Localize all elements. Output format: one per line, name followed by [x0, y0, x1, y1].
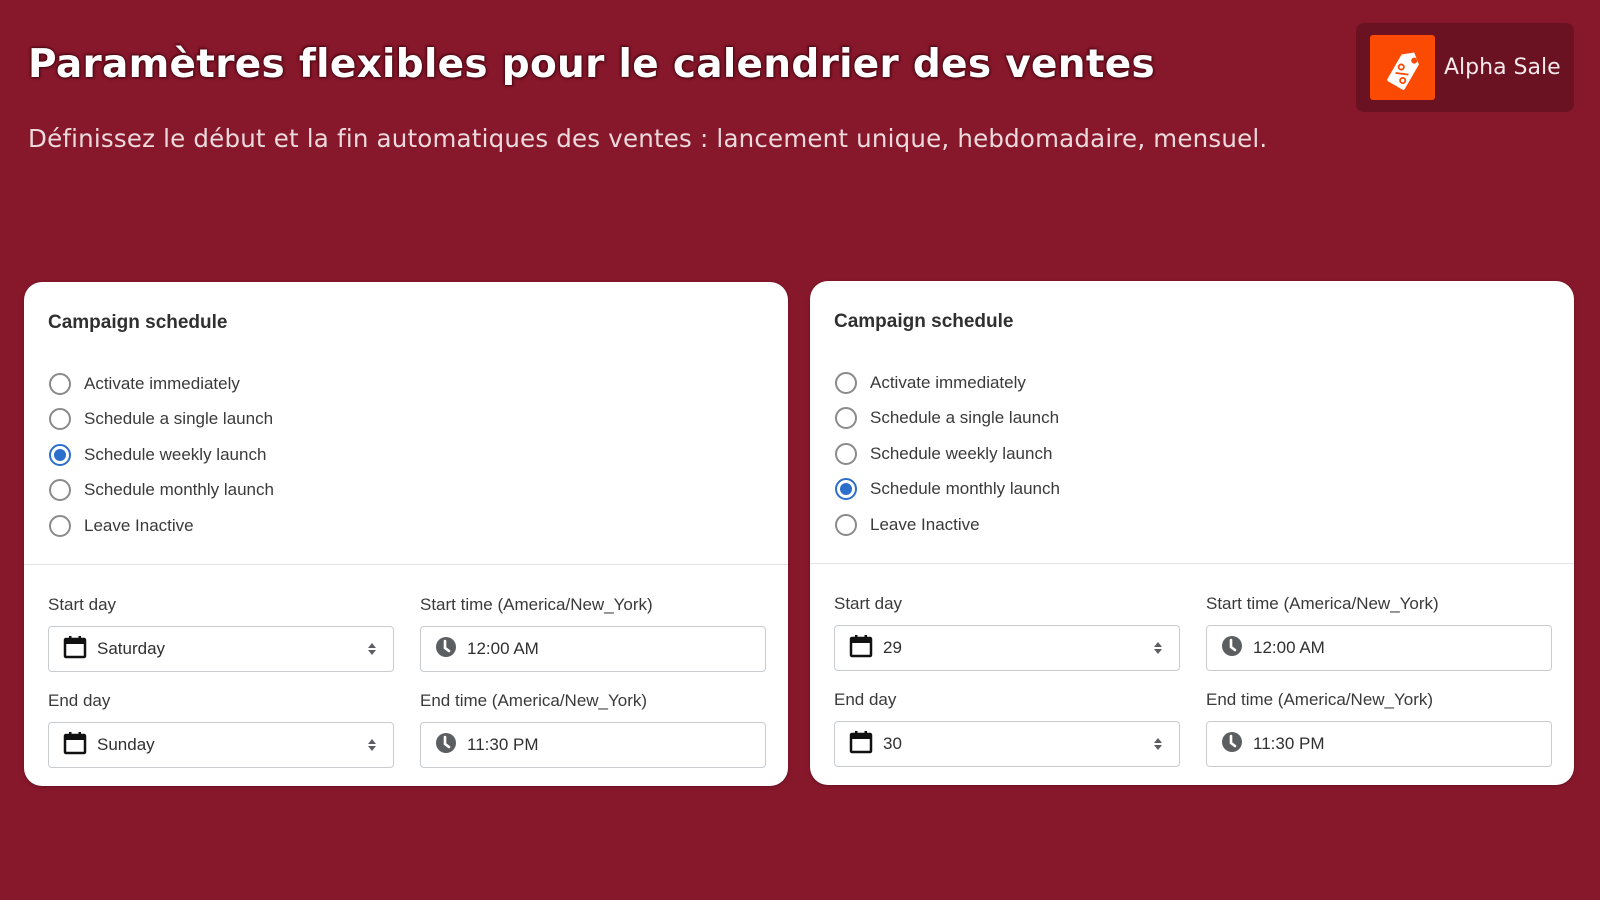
radio-button[interactable]: [49, 372, 71, 395]
page-subtitle: Définissez le début et la fin automatiqu…: [28, 124, 1268, 153]
end-time-value: 11:30 PM: [467, 735, 539, 754]
radio-label: Activate immediately: [84, 373, 240, 393]
start-day-select[interactable]: Saturday: [48, 626, 394, 672]
radio-option-weekly-launch[interactable]: Schedule weekly launch: [835, 436, 1060, 472]
radio-option-activate-immediately[interactable]: Activate immediately: [835, 365, 1060, 401]
radio-label: Schedule a single launch: [84, 409, 274, 429]
end-time-label: End time (America/New_York): [1206, 690, 1434, 709]
calendar-icon: [63, 635, 87, 664]
brand-badge: Alpha Sale: [1356, 23, 1574, 112]
clock-icon: [435, 636, 457, 663]
end-day-value: 30: [883, 734, 902, 753]
radio-button-selected[interactable]: [835, 478, 857, 501]
radio-button[interactable]: [835, 371, 857, 394]
card-title: Campaign schedule: [48, 312, 228, 333]
schedule-radio-group: Activate immediately Schedule a single l…: [49, 366, 274, 544]
start-time-label: Start time (America/New_York): [420, 595, 653, 614]
radio-button[interactable]: [49, 408, 71, 431]
radio-option-leave-inactive[interactable]: Leave Inactive: [835, 507, 1060, 543]
select-arrows-icon: [1153, 737, 1163, 756]
clock-icon: [1221, 731, 1243, 758]
end-time-label: End time (America/New_York): [420, 691, 648, 710]
campaign-schedule-card-weekly: Campaign schedule Activate immediately S…: [24, 282, 788, 786]
start-time-field: Start time (America/New_York) 12:00 AM: [1206, 594, 1552, 671]
radio-label: Schedule weekly launch: [84, 444, 267, 464]
start-day-value: 29: [883, 638, 902, 657]
page-title: Paramètres flexibles pour le calendrier …: [28, 42, 1156, 87]
select-arrows-icon: [367, 642, 377, 661]
start-time-label: Start time (America/New_York): [1206, 594, 1439, 613]
radio-button[interactable]: [49, 514, 71, 537]
end-time-value: 11:30 PM: [1253, 734, 1325, 753]
section-divider: [810, 563, 1574, 564]
start-time-input[interactable]: 12:00 AM: [420, 626, 766, 672]
start-day-field: Start day 29: [834, 594, 1180, 671]
section-divider: [24, 564, 788, 565]
radio-label: Schedule a single launch: [870, 408, 1060, 428]
radio-label: Schedule monthly launch: [870, 479, 1060, 499]
radio-option-single-launch[interactable]: Schedule a single launch: [49, 402, 274, 438]
radio-label: Leave Inactive: [870, 514, 980, 534]
end-day-field: End day Sunday: [48, 691, 394, 768]
select-arrows-icon: [367, 738, 377, 757]
radio-option-single-launch[interactable]: Schedule a single launch: [835, 401, 1060, 437]
clock-icon: [435, 732, 457, 759]
radio-option-leave-inactive[interactable]: Leave Inactive: [49, 508, 274, 544]
end-time-field: End time (America/New_York) 11:30 PM: [1206, 690, 1552, 767]
start-time-value: 12:00 AM: [1253, 638, 1325, 657]
start-time-input[interactable]: 12:00 AM: [1206, 625, 1552, 671]
end-time-field: End time (America/New_York) 11:30 PM: [420, 691, 766, 768]
start-time-value: 12:00 AM: [467, 639, 539, 658]
calendar-icon: [63, 731, 87, 760]
end-day-label: End day: [48, 691, 111, 710]
radio-button[interactable]: [835, 407, 857, 430]
brand-name: Alpha Sale: [1444, 55, 1561, 80]
end-day-value: Sunday: [97, 735, 155, 754]
end-day-select[interactable]: 30: [834, 721, 1180, 767]
end-time-input[interactable]: 11:30 PM: [1206, 721, 1552, 767]
start-day-label: Start day: [834, 594, 903, 613]
radio-button-selected[interactable]: [49, 443, 71, 466]
radio-button[interactable]: [49, 479, 71, 502]
radio-button[interactable]: [835, 442, 857, 465]
radio-label: Schedule weekly launch: [870, 443, 1053, 463]
campaign-schedule-card-monthly: Campaign schedule Activate immediately S…: [810, 281, 1574, 785]
price-tag-percent-icon: [1370, 35, 1435, 100]
radio-label: Activate immediately: [870, 372, 1026, 392]
end-day-select[interactable]: Sunday: [48, 722, 394, 768]
end-day-label: End day: [834, 690, 897, 709]
schedule-radio-group: Activate immediately Schedule a single l…: [835, 365, 1060, 543]
start-day-select[interactable]: 29: [834, 625, 1180, 671]
radio-option-monthly-launch[interactable]: Schedule monthly launch: [49, 473, 274, 509]
radio-button[interactable]: [835, 513, 857, 536]
clock-icon: [1221, 635, 1243, 662]
end-day-field: End day 30: [834, 690, 1180, 767]
start-day-value: Saturday: [97, 639, 166, 658]
calendar-icon: [849, 634, 873, 663]
start-time-field: Start time (America/New_York) 12:00 AM: [420, 595, 766, 672]
radio-option-activate-immediately[interactable]: Activate immediately: [49, 366, 274, 402]
end-time-input[interactable]: 11:30 PM: [420, 722, 766, 768]
start-day-label: Start day: [48, 595, 117, 614]
radio-label: Schedule monthly launch: [84, 480, 274, 500]
start-day-field: Start day Saturday: [48, 595, 394, 672]
select-arrows-icon: [1153, 641, 1163, 660]
card-title: Campaign schedule: [834, 311, 1014, 332]
radio-label: Leave Inactive: [84, 515, 194, 535]
calendar-icon: [849, 730, 873, 759]
radio-option-weekly-launch[interactable]: Schedule weekly launch: [49, 437, 274, 473]
radio-option-monthly-launch[interactable]: Schedule monthly launch: [835, 472, 1060, 508]
